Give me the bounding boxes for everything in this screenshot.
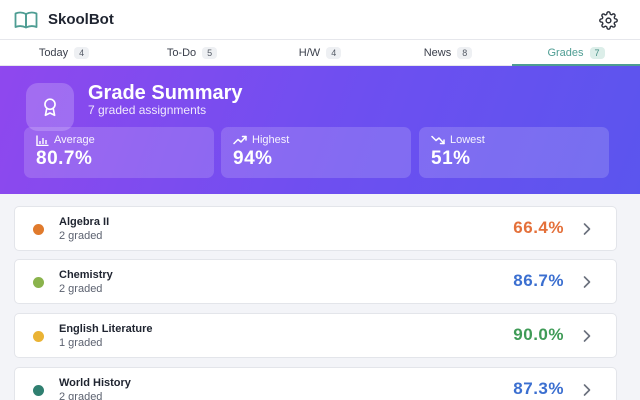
stat-value: 51%: [431, 148, 471, 169]
tab-today[interactable]: Today 4: [0, 40, 128, 65]
tab-bar: Today 4 To-Do 5 H/W 4 News 8 Grades 7: [0, 39, 640, 66]
tab-count-badge: 8: [457, 46, 473, 59]
stat-average: Average 80.7%: [24, 127, 214, 178]
course-grade-percent: 90.0%: [513, 325, 564, 344]
tab-to-do[interactable]: To-Do 5: [128, 40, 256, 65]
trending-down-icon: [431, 135, 445, 145]
chevron-right-icon: [583, 276, 591, 288]
course-name: World History: [59, 377, 131, 389]
tab-label: H/W: [298, 46, 321, 59]
tab-news[interactable]: News 8: [384, 40, 512, 65]
course-grade-percent: 66.4%: [513, 218, 564, 237]
course-graded-count: 1 graded: [59, 337, 103, 349]
chevron-right-icon: [583, 384, 591, 396]
stat-value: 80.7%: [36, 148, 93, 169]
course-color-dot: [33, 331, 44, 342]
course-grade-percent: 87.3%: [513, 379, 564, 398]
tab-count-badge: 7: [589, 46, 605, 59]
bar-chart-icon: [36, 135, 49, 146]
course-name: Algebra II: [59, 216, 110, 228]
course-graded-count: 2 graded: [59, 283, 103, 295]
course-row-world-history[interactable]: World History 2 graded 87.3%: [14, 367, 617, 400]
tab-homework[interactable]: H/W 4: [256, 40, 384, 65]
tab-count-badge: 4: [74, 46, 90, 59]
open-book-icon: [14, 11, 40, 29]
stat-label: Average: [54, 134, 95, 146]
course-graded-count: 2 graded: [59, 230, 103, 242]
tab-grades[interactable]: Grades 7: [512, 40, 640, 66]
chevron-right-icon: [583, 223, 591, 235]
course-grade-percent: 86.7%: [513, 271, 564, 290]
app-bar: SkoolBot: [0, 0, 640, 39]
course-row-algebra-ii[interactable]: Algebra II 2 graded 66.4%: [14, 206, 617, 251]
tab-label: To-Do: [166, 46, 197, 59]
stat-value: 94%: [233, 148, 273, 169]
tab-count-badge: 4: [326, 46, 342, 59]
course-color-dot: [33, 224, 44, 235]
course-name: Chemistry: [59, 269, 113, 281]
stat-label: Highest: [252, 134, 290, 146]
stat-lowest: Lowest 51%: [419, 127, 609, 178]
chevron-right-icon: [583, 330, 591, 342]
summary-title: Grade Summary: [88, 82, 243, 104]
tab-count-badge: 5: [202, 46, 218, 59]
course-color-dot: [33, 385, 44, 396]
course-row-chemistry[interactable]: Chemistry 2 graded 86.7%: [14, 259, 617, 304]
gear-icon: [598, 10, 618, 30]
tab-label: News: [423, 46, 452, 59]
grade-summary-card: Grade Summary 7 graded assignments Avera…: [0, 66, 640, 194]
stat-highest: Highest 94%: [221, 127, 411, 178]
course-name: English Literature: [59, 323, 153, 335]
summary-subtitle: 7 graded assignments: [88, 103, 207, 117]
trending-up-icon: [233, 135, 247, 145]
course-graded-count: 2 graded: [59, 391, 103, 400]
settings-button[interactable]: [598, 10, 618, 30]
course-row-english-literature[interactable]: English Literature 1 graded 90.0%: [14, 313, 617, 358]
medal-icon: [26, 83, 74, 131]
app-title: SkoolBot: [48, 11, 114, 28]
tab-label: Grades: [547, 46, 584, 59]
tab-label: Today: [38, 46, 69, 59]
course-color-dot: [33, 277, 44, 288]
stat-label: Lowest: [450, 134, 485, 146]
